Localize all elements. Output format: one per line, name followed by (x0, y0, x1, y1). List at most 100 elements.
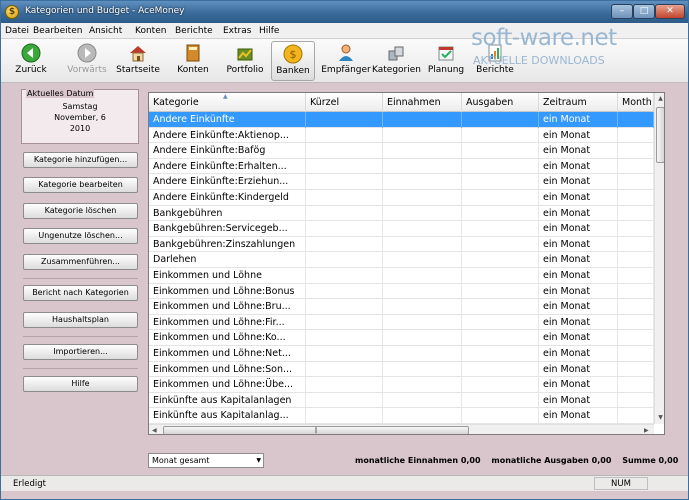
table-row[interactable]: Andere Einkünfte:Bafög ein Monat (149, 143, 654, 159)
table-row[interactable]: Andere Einkünfte ein Monat (149, 112, 654, 128)
cell-period: ein Monat (539, 330, 618, 346)
table-row[interactable]: Bankgebühren:Zinszahlungen ein Monat (149, 236, 654, 253)
column-header-category[interactable]: Kategorie (149, 93, 306, 112)
table-row[interactable]: Andere Einkünfte:Kindergeld ein Monat (149, 190, 654, 206)
cell-abbreviation (306, 283, 383, 300)
menu-hilfe[interactable]: Hilfe (259, 26, 279, 36)
chevron-down-icon[interactable]: ▼ (256, 454, 261, 467)
cell-abbreviation (306, 299, 383, 315)
scroll-left-icon[interactable]: ◀ (152, 427, 157, 434)
table-row[interactable]: Einkommen und Löhne:Net... ein Monat (149, 346, 654, 362)
menu-extras[interactable]: Extras (223, 26, 251, 36)
table-row[interactable]: Einkommen und Löhne:Bonus ein Monat (149, 283, 654, 300)
cell-income (383, 314, 462, 331)
scroll-right-icon[interactable]: ▶ (644, 427, 649, 434)
cell-expenses (462, 314, 539, 331)
table-row[interactable]: Andere Einkünfte:Erhalten... ein Monat (149, 158, 654, 175)
cell-income (383, 174, 462, 190)
add-category-button[interactable]: Kategorie hinzufügen... (23, 152, 138, 168)
current-date-day: November, 6 (54, 113, 106, 122)
toolbar-payees-button[interactable]: Empfänger (321, 41, 371, 81)
menu-bearbeiten[interactable]: Bearbeiten (33, 26, 82, 36)
cell-income (383, 158, 462, 175)
app-dollar-icon[interactable]: $ (5, 5, 19, 19)
period-select[interactable]: Monat gesamt ▼ (148, 453, 264, 468)
toolbar-home-button[interactable]: Startseite (116, 41, 160, 81)
cell-month (618, 158, 654, 175)
vertical-scrollbar[interactable]: ▲ ▼ (654, 93, 664, 424)
toolbar-planning-button[interactable]: Planung (425, 41, 467, 81)
left-panel-divider (23, 368, 138, 369)
cell-expenses (462, 408, 539, 424)
cell-period: ein Monat (539, 190, 618, 206)
scroll-up-icon[interactable]: ▲ (655, 95, 664, 102)
delete-unused-button[interactable]: Ungenutze löschen... (23, 228, 138, 244)
cell-abbreviation (306, 158, 383, 175)
table-row[interactable]: Andere Einkünfte:Erziehun... ein Monat (149, 174, 654, 190)
table-row[interactable]: Einkünfte aus Kapitalanlagen ein Monat (149, 392, 654, 409)
delete-category-button[interactable]: Kategorie löschen (23, 203, 138, 219)
cell-income (383, 205, 462, 222)
table-row[interactable]: Einkommen und Löhne:Bru... ein Monat (149, 299, 654, 315)
table-row[interactable]: Einkommen und Löhne:Übe... ein Monat (149, 377, 654, 393)
merge-categories-button[interactable]: Zusammenführen... (23, 254, 138, 270)
toolbar-portfolio-button[interactable]: Portfolio (223, 41, 267, 81)
table-row[interactable]: Einkommen und Löhne:Fir... ein Monat (149, 314, 654, 331)
horizontal-scroll-thumb[interactable]: ‖ (163, 426, 469, 434)
edit-category-button[interactable]: Kategorie bearbeiten (23, 177, 138, 193)
table-row[interactable]: Bankgebühren ein Monat (149, 205, 654, 222)
minimize-button[interactable]: – (611, 4, 633, 19)
table-row[interactable]: Darlehen ein Monat (149, 252, 654, 268)
table-row[interactable]: Einkommen und Löhne:Son... ein Monat (149, 361, 654, 378)
cell-category: Einkommen und Löhne:Bru... (149, 299, 306, 315)
current-date-box: Aktuelles Datum Samstag November, 6 2010 (21, 89, 139, 144)
column-header-expenses[interactable]: Ausgaben (462, 93, 539, 112)
maximize-button[interactable]: □ (633, 4, 655, 19)
cell-month (618, 283, 654, 300)
column-header-month[interactable]: Month (618, 93, 654, 112)
menu-datei[interactable]: Datei (5, 26, 29, 36)
cell-expenses (462, 158, 539, 175)
cell-abbreviation (306, 268, 383, 284)
vertical-scroll-thumb[interactable] (656, 107, 664, 163)
menu-ansicht[interactable]: Ansicht (89, 26, 122, 36)
toolbar-back-label: Zurück (15, 65, 47, 75)
table-row[interactable]: Bankgebühren:Servicegeb... ein Monat (149, 221, 654, 237)
toolbar-categories-button[interactable]: Kategorien (372, 41, 421, 81)
menu-konten[interactable]: Konten (135, 26, 166, 36)
cell-month (618, 268, 654, 284)
cell-period: ein Monat (539, 392, 618, 409)
budget-plan-button[interactable]: Haushaltsplan (23, 312, 138, 328)
cell-category: Andere Einkünfte:Bafög (149, 143, 306, 159)
help-button[interactable]: Hilfe (23, 376, 138, 392)
report-by-category-button[interactable]: Bericht nach Kategorien (23, 285, 138, 301)
toolbar-forward-button[interactable]: Vorwärts (64, 41, 110, 81)
toolbar-accounts-button[interactable]: Konten (173, 41, 213, 81)
close-button[interactable]: ✕ (655, 4, 685, 19)
toolbar-back-button[interactable]: Zurück (13, 41, 49, 81)
cell-period: ein Monat (539, 361, 618, 378)
category-table[interactable]: ▲ Kategorie Kürzel Einnahmen Ausgaben Ze… (148, 92, 665, 435)
cell-income (383, 299, 462, 315)
scroll-down-icon[interactable]: ▼ (655, 414, 664, 421)
cell-category: Einkünfte aus Kapitalanlag... (149, 408, 306, 424)
toolbar-banks-button[interactable]: $ Banken (271, 41, 315, 81)
cell-income (383, 221, 462, 237)
table-row[interactable]: Andere Einkünfte:Aktienop... ein Monat (149, 127, 654, 144)
column-header-period[interactable]: Zeitraum (539, 93, 618, 112)
forward-arrow-icon (77, 43, 97, 63)
column-header-abbreviation[interactable]: Kürzel (306, 93, 383, 112)
table-row[interactable]: Einkommen und Löhne ein Monat (149, 268, 654, 284)
horizontal-scrollbar[interactable]: ◀ ‖ ▶ (149, 424, 654, 434)
cell-category: Einkommen und Löhne:Übe... (149, 377, 306, 393)
cell-expenses (462, 268, 539, 284)
menu-berichte[interactable]: Berichte (175, 26, 213, 36)
cell-income (383, 268, 462, 284)
import-button[interactable]: Importieren... (23, 344, 138, 360)
cell-expenses (462, 112, 539, 128)
cell-expenses (462, 205, 539, 222)
cell-income (383, 377, 462, 393)
table-row[interactable]: Einkommen und Löhne:Ko... ein Monat (149, 330, 654, 346)
column-header-income[interactable]: Einnahmen (383, 93, 462, 112)
table-row[interactable]: Einkünfte aus Kapitalanlag... ein Monat (149, 408, 654, 424)
